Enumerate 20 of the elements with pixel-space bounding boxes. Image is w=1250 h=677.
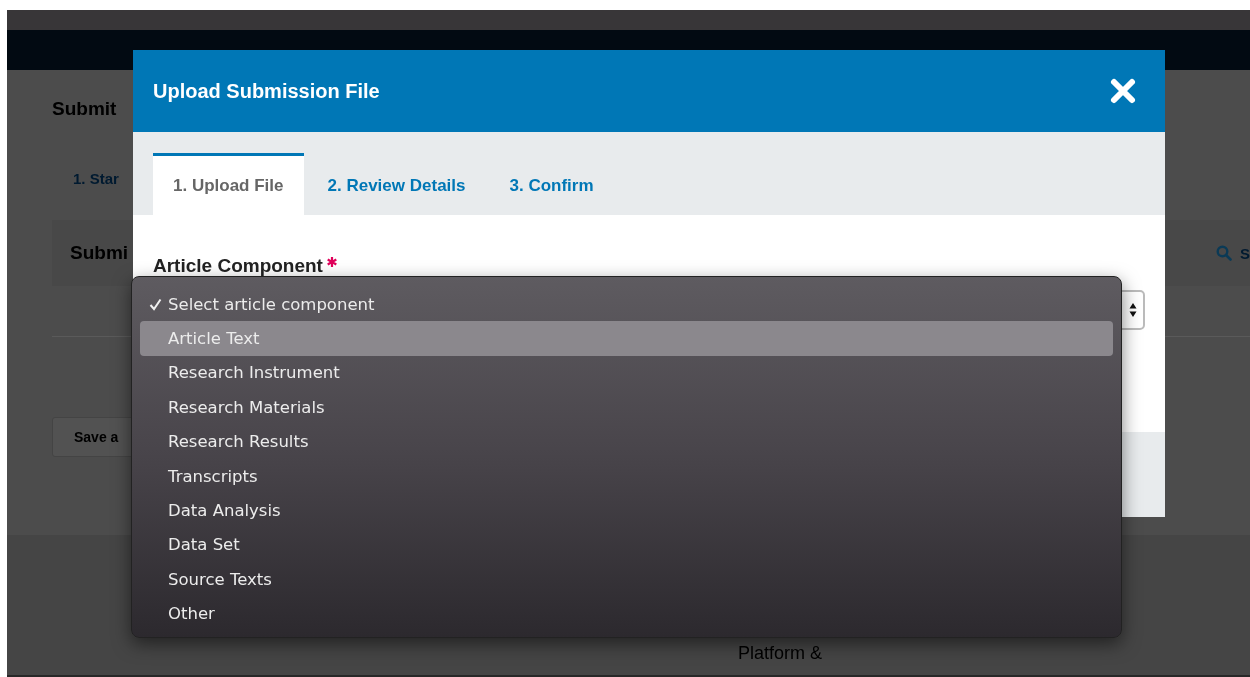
stepper-icon [1129, 302, 1137, 318]
dropdown-option[interactable]: Research Instrument [140, 355, 1113, 391]
dropdown-option[interactable]: Select article component [140, 287, 1113, 322]
checkmark-icon [149, 297, 162, 311]
tab[interactable]: 3. Confirm [489, 153, 614, 215]
footer-text: Platform & [738, 643, 823, 664]
field-label: Article Component [153, 255, 323, 277]
dropdown-option[interactable]: Research Materials [140, 390, 1113, 425]
dropdown-option[interactable]: Data Analysis [140, 493, 1113, 528]
dropdown-option[interactable]: Other [140, 596, 1113, 631]
modal-title: Upload Submission File [153, 79, 380, 103]
dropdown-option[interactable]: Data Set [140, 527, 1113, 563]
dropdown-option[interactable]: Research Results [140, 424, 1113, 459]
tab[interactable]: 1. Upload File [153, 153, 304, 215]
close-icon[interactable] [1109, 77, 1137, 105]
page-heading: Submit [52, 98, 118, 120]
tab[interactable]: 2. Review Details [307, 153, 486, 215]
dropdown-option[interactable]: Transcripts [140, 458, 1113, 494]
dropdown-option[interactable]: Source Texts [140, 562, 1113, 597]
section-title: Submi [70, 242, 129, 264]
